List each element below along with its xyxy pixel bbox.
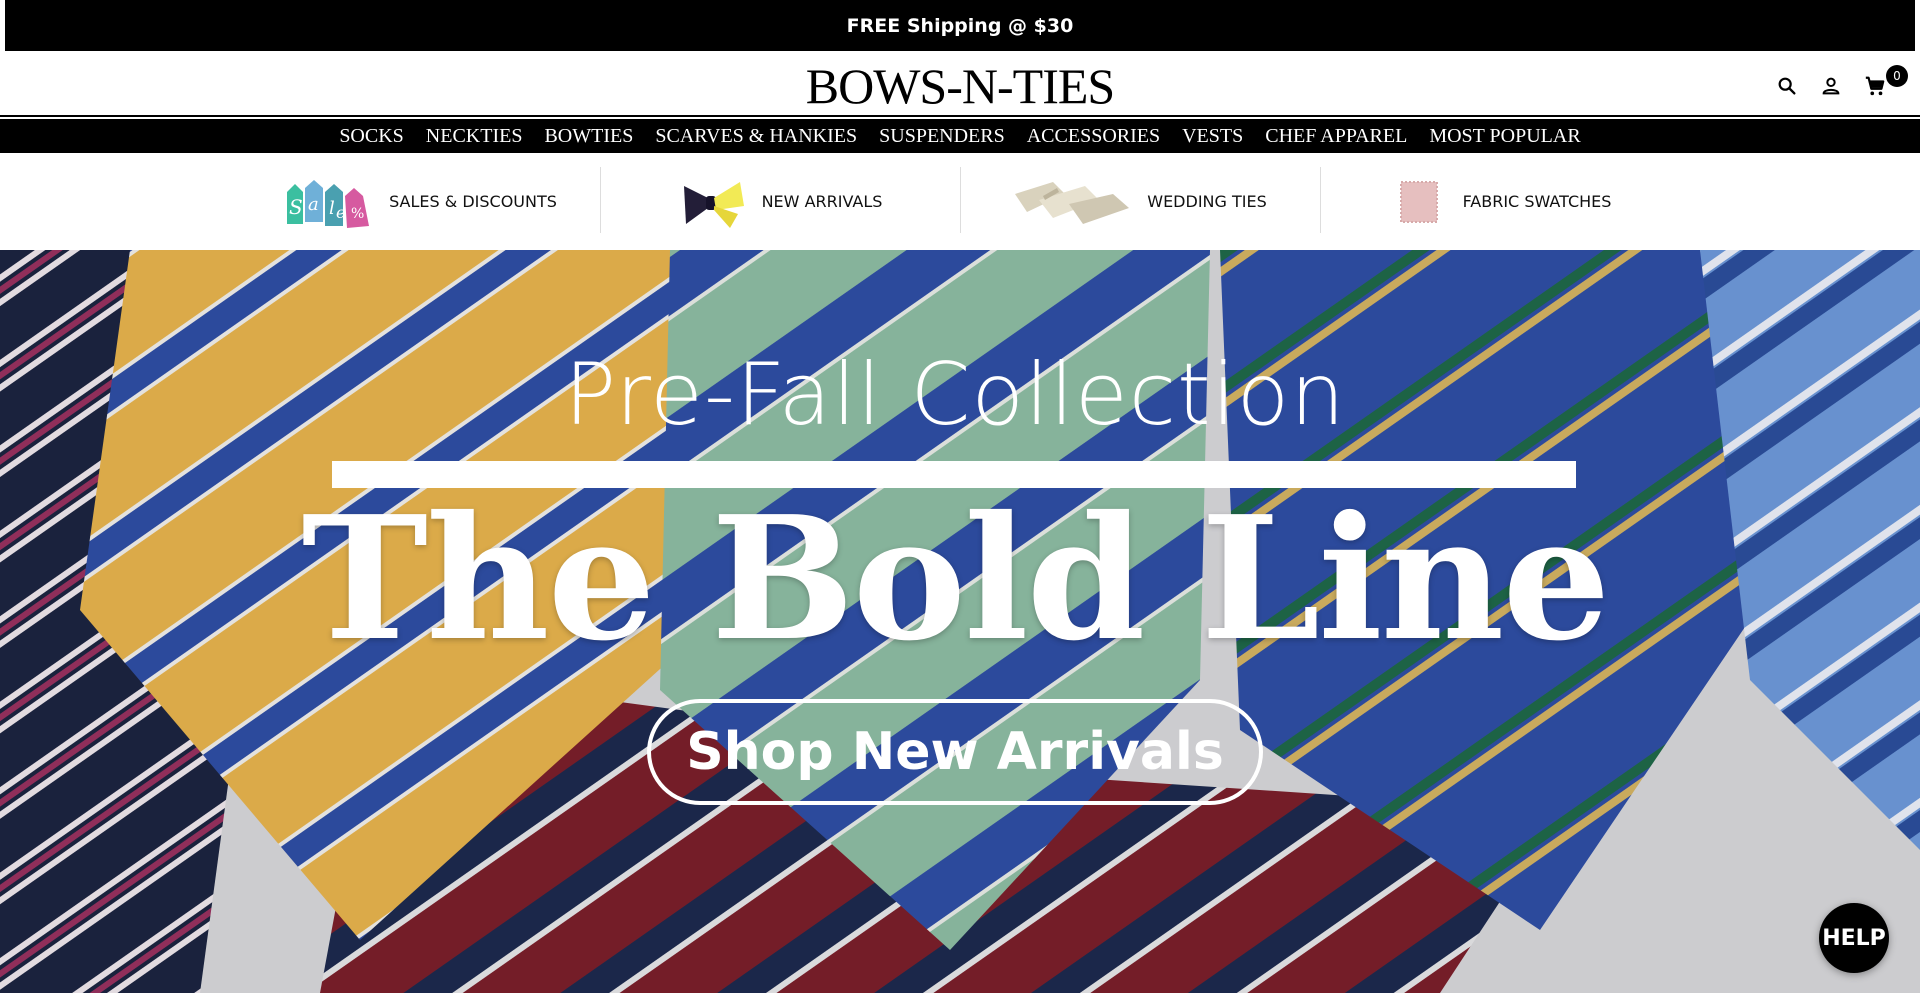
category-new-arrivals[interactable]: NEW ARRIVALS (600, 153, 960, 250)
bowtie-icon (683, 181, 744, 228)
svg-text:%: % (351, 206, 364, 222)
nav-item-vests[interactable]: VESTS (1182, 125, 1243, 148)
nav-item-most-popular[interactable]: MOST POPULAR (1429, 125, 1580, 148)
search-icon[interactable] (1776, 75, 1798, 97)
svg-text:l: l (329, 198, 335, 219)
sale-tags-icon: S a l e % (287, 179, 370, 228)
cart-count-badge: 0 (1886, 65, 1908, 87)
site-logo[interactable]: BOWS-N-TIES (0, 61, 1920, 111)
hero-banner: Pre-Fall Collection The Bold Line Shop N… (0, 250, 1920, 993)
shop-new-arrivals-button[interactable]: Shop New Arrivals (647, 699, 1263, 805)
category-label: WEDDING TIES (1147, 192, 1267, 211)
help-button[interactable]: HELP (1819, 903, 1889, 973)
category-label: FABRIC SWATCHES (1462, 192, 1612, 211)
nav-item-neckties[interactable]: NECKTIES (426, 125, 523, 148)
header-divider (0, 115, 1920, 117)
category-wedding-ties[interactable]: WEDDING TIES (960, 153, 1320, 250)
svg-text:e: e (336, 203, 345, 222)
nav-item-bowties[interactable]: BOWTIES (544, 125, 633, 148)
hero-subtitle: Pre-Fall Collection (564, 345, 1346, 445)
main-nav: SOCKS NECKTIES BOWTIES SCARVES & HANKIES… (0, 119, 1920, 153)
fabric-swatch-icon (1399, 180, 1438, 223)
category-label: NEW ARRIVALS (761, 192, 883, 211)
wedding-ties-icon (1015, 181, 1130, 224)
header-icons: 0 (1776, 65, 1908, 97)
hero-title: The Bold Line (301, 479, 1610, 679)
nav-item-accessories[interactable]: ACCESSORIES (1027, 125, 1160, 148)
category-sales-discounts[interactable]: S a l e % SALES & DISCOUNTS (240, 153, 600, 250)
nav-item-scarves-hankies[interactable]: SCARVES & HANKIES (655, 125, 857, 148)
svg-text:a: a (308, 194, 319, 215)
announcement-bar: FREE Shipping @ $30 (5, 0, 1915, 51)
category-fabric-swatches[interactable]: FABRIC SWATCHES (1320, 153, 1680, 250)
category-strip: S a l e % SALES & DISCOUNTS NEW ARRIVALS… (0, 153, 1920, 250)
account-icon[interactable] (1820, 75, 1842, 97)
svg-text:S: S (289, 195, 303, 219)
announcement-text: FREE Shipping @ $30 (846, 14, 1074, 37)
cart-icon (1865, 76, 1885, 96)
nav-item-chef-apparel[interactable]: CHEF APPAREL (1265, 125, 1407, 148)
category-label: SALES & DISCOUNTS (389, 192, 557, 211)
site-header: BOWS-N-TIES 0 (0, 51, 1920, 117)
nav-item-socks[interactable]: SOCKS (339, 125, 403, 148)
nav-item-suspenders[interactable]: SUSPENDERS (879, 125, 1005, 148)
cart-button[interactable]: 0 (1864, 65, 1908, 97)
